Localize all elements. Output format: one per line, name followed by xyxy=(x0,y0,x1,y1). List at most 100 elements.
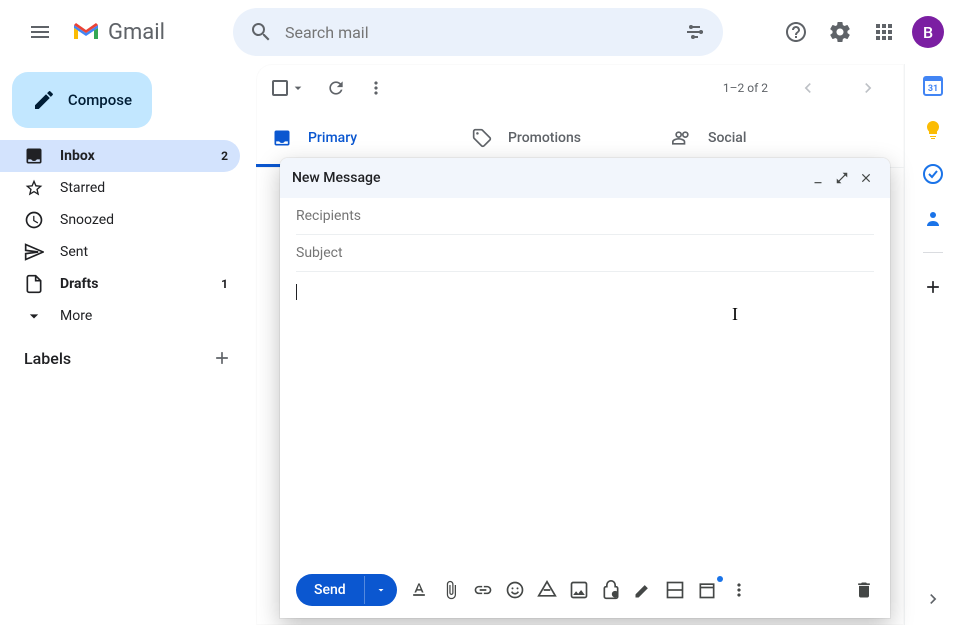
recipients-input[interactable] xyxy=(296,198,874,234)
send-label: Send xyxy=(296,574,364,606)
open-full-icon xyxy=(835,171,849,185)
refresh-button[interactable] xyxy=(326,78,346,98)
send-options-button[interactable] xyxy=(364,576,397,604)
formatting-button[interactable] xyxy=(409,580,429,600)
pen-icon xyxy=(633,580,653,600)
settings-button[interactable] xyxy=(820,12,860,52)
apps-button[interactable] xyxy=(864,12,904,52)
help-icon xyxy=(784,20,808,44)
get-addons-button[interactable] xyxy=(923,277,943,297)
hide-panel-button[interactable] xyxy=(923,589,943,609)
nav-label: Drafts xyxy=(60,276,205,292)
search-bar[interactable] xyxy=(233,8,723,56)
nav-label: Snoozed xyxy=(60,212,228,228)
tasks-icon xyxy=(923,164,943,184)
insert-drive-button[interactable] xyxy=(537,580,557,600)
nav-count: 2 xyxy=(221,149,228,163)
contacts-app-button[interactable] xyxy=(923,208,943,228)
tab-label: Social xyxy=(708,130,746,146)
inbox-tab-icon xyxy=(272,128,292,148)
search-icon xyxy=(249,20,273,44)
fullscreen-button[interactable] xyxy=(830,166,854,190)
side-panel: 31 xyxy=(904,64,960,625)
account-avatar[interactable]: B xyxy=(912,16,944,48)
pagination-info: 1–2 of 2 xyxy=(723,81,768,95)
lock-clock-icon xyxy=(601,580,621,600)
compose-header[interactable]: New Message xyxy=(280,158,890,198)
compose-toolbar: Send xyxy=(280,562,890,618)
select-all[interactable] xyxy=(272,80,306,96)
insert-photo-button[interactable] xyxy=(569,580,589,600)
send-icon xyxy=(24,242,44,262)
app-header: Gmail B xyxy=(0,0,960,64)
sidebar-item-snoozed[interactable]: Snoozed xyxy=(0,204,240,236)
insert-signature-button[interactable] xyxy=(633,580,653,600)
search-input[interactable] xyxy=(285,23,671,42)
keep-icon xyxy=(923,120,943,140)
inbox-icon xyxy=(24,146,44,166)
chevron-right-icon xyxy=(923,589,943,609)
add-label-button[interactable] xyxy=(212,348,232,368)
insert-link-button[interactable] xyxy=(473,580,493,600)
discard-draft-button[interactable] xyxy=(854,580,874,600)
attach-button[interactable] xyxy=(441,580,461,600)
link-icon xyxy=(473,580,493,600)
keep-app-button[interactable] xyxy=(923,120,943,140)
sidebar-item-sent[interactable]: Sent xyxy=(0,236,240,268)
text-cursor xyxy=(296,284,297,300)
compose-button[interactable]: Compose xyxy=(12,72,152,128)
sidebar: Compose Inbox 2 Starred Snoozed Sent Dra… xyxy=(0,64,256,625)
sidebar-item-more[interactable]: More xyxy=(0,300,240,332)
subject-field[interactable] xyxy=(296,235,874,272)
support-button[interactable] xyxy=(776,12,816,52)
sidebar-item-inbox[interactable]: Inbox 2 xyxy=(0,140,240,172)
image-icon xyxy=(569,580,589,600)
send-button[interactable]: Send xyxy=(296,574,397,606)
chevron-right-icon xyxy=(858,78,878,98)
compose-more-button[interactable] xyxy=(729,580,749,600)
gear-icon xyxy=(828,20,852,44)
prev-page-button[interactable] xyxy=(788,68,828,108)
plus-icon xyxy=(923,277,943,297)
nav-label: Starred xyxy=(60,180,228,196)
mail-toolbar: 1–2 of 2 xyxy=(256,64,904,112)
compose-title: New Message xyxy=(292,170,806,186)
insert-emoji-button[interactable] xyxy=(505,580,525,600)
compose-window: New Message Send xyxy=(280,158,890,618)
star-icon xyxy=(24,178,44,198)
nav-label: More xyxy=(60,308,228,324)
gmail-logo-icon xyxy=(72,21,100,43)
contacts-icon xyxy=(923,208,943,228)
caret-down-icon xyxy=(375,584,387,596)
close-button[interactable] xyxy=(854,166,878,190)
minimize-icon xyxy=(811,171,825,185)
next-page-button[interactable] xyxy=(848,68,888,108)
tab-label: Promotions xyxy=(508,130,581,146)
more-button[interactable] xyxy=(366,78,386,98)
drive-icon xyxy=(537,580,557,600)
pencil-icon xyxy=(32,88,56,112)
tab-label: Primary xyxy=(308,130,357,146)
sidebar-item-starred[interactable]: Starred xyxy=(0,172,240,204)
minimize-button[interactable] xyxy=(806,166,830,190)
main-menu-button[interactable] xyxy=(16,8,64,56)
schedule-button[interactable] xyxy=(697,580,717,600)
subject-input[interactable] xyxy=(296,235,874,271)
apps-grid-icon xyxy=(872,20,896,44)
attachment-icon xyxy=(441,580,461,600)
layout-button[interactable] xyxy=(665,580,685,600)
nav-count: 1 xyxy=(221,277,228,291)
compose-body[interactable] xyxy=(280,272,890,562)
logo[interactable]: Gmail xyxy=(72,20,165,45)
checkbox-icon xyxy=(272,80,288,96)
confidential-button[interactable] xyxy=(601,580,621,600)
header-actions: B xyxy=(776,12,944,52)
sidebar-item-drafts[interactable]: Drafts 1 xyxy=(0,268,240,300)
people-icon xyxy=(672,128,692,148)
app-name: Gmail xyxy=(108,20,165,45)
calendar-app-button[interactable]: 31 xyxy=(923,76,943,96)
tasks-app-button[interactable] xyxy=(923,164,943,184)
nav-label: Sent xyxy=(60,244,228,260)
recipients-field[interactable] xyxy=(296,198,874,235)
search-options-icon[interactable] xyxy=(683,20,707,44)
